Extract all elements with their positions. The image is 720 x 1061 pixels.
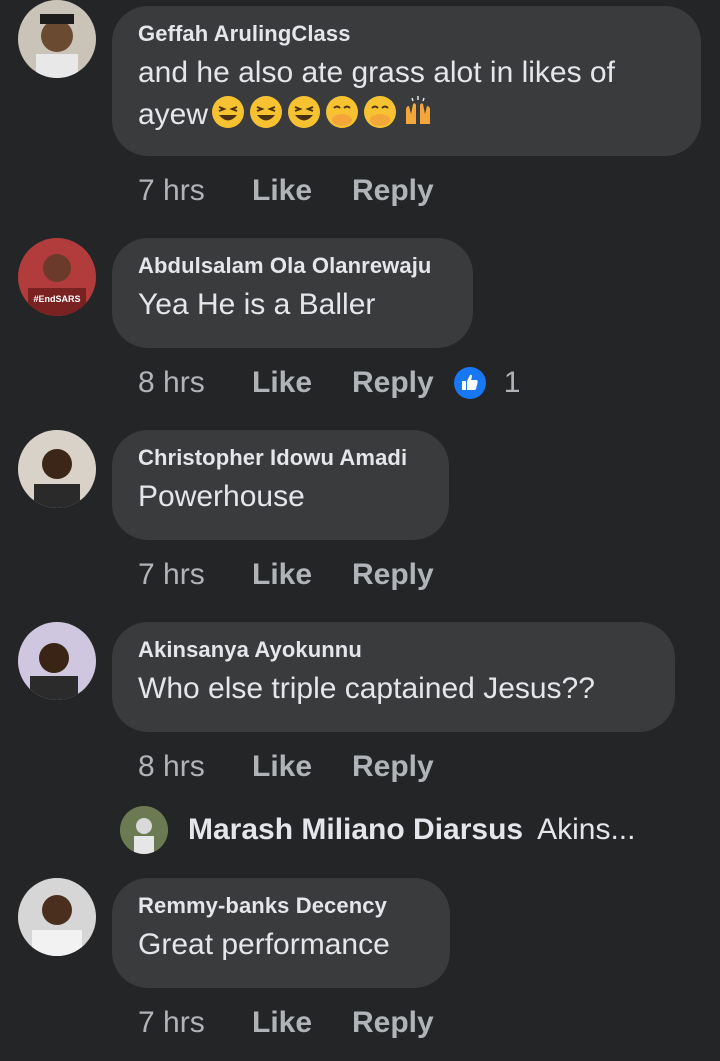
face-with-hand-over-mouth-icon xyxy=(322,96,360,131)
grinning-squinting-face-icon xyxy=(208,96,246,131)
comment-text: Yea He is a Baller xyxy=(138,288,376,321)
reaction-count: 1 xyxy=(503,366,521,399)
comment-actions: 7 hrs Like Reply xyxy=(138,1003,434,1043)
grinning-squinting-face-icon xyxy=(284,96,322,131)
grinning-squinting-face-icon xyxy=(246,96,284,131)
comment-bubble: Geffah ArulingClass and he also ate gras… xyxy=(112,6,701,156)
like-button[interactable]: Like xyxy=(252,750,352,784)
like-button[interactable]: Like xyxy=(252,366,352,400)
comment-author[interactable]: Christopher Idowu Amadi xyxy=(138,444,423,472)
reply-button[interactable]: Reply xyxy=(352,558,434,592)
like-button[interactable]: Like xyxy=(252,1006,352,1040)
comment-author[interactable]: Abdulsalam Ola Olanrewaju xyxy=(138,252,447,280)
reaction-summary[interactable]: 1 xyxy=(453,366,521,400)
reply-button[interactable]: Reply xyxy=(352,1006,434,1040)
raising-hands-icon xyxy=(398,96,436,131)
comment-bubble: Akinsanya Ayokunnu Who else triple capta… xyxy=(112,622,675,732)
like-button[interactable]: Like xyxy=(252,174,352,208)
reply-button[interactable]: Reply xyxy=(352,366,434,400)
comment-actions: 7 hrs Like Reply xyxy=(138,171,434,211)
comment-timestamp[interactable]: 8 hrs xyxy=(138,366,252,400)
reply-preview[interactable]: Marash Miliano Diarsus Akins... xyxy=(120,806,635,854)
comment-text: Great performance xyxy=(138,928,390,961)
comment-text-line1: and he also ate grass alot in likes of xyxy=(138,56,615,89)
comment-text: Powerhouse xyxy=(138,480,305,513)
comment-bubble: Christopher Idowu Amadi Powerhouse xyxy=(112,430,449,540)
comment-author[interactable]: Geffah ArulingClass xyxy=(138,20,675,48)
avatar[interactable] xyxy=(18,430,96,508)
comment-text-line2: ayew xyxy=(138,98,209,131)
comment-author[interactable]: Remmy-banks Decency xyxy=(138,892,424,920)
avatar[interactable] xyxy=(18,0,96,78)
like-button[interactable]: Like xyxy=(252,558,352,592)
avatar[interactable] xyxy=(18,622,96,700)
comment-timestamp[interactable]: 7 hrs xyxy=(138,1006,252,1040)
comment-timestamp[interactable]: 8 hrs xyxy=(138,750,252,784)
reply-author[interactable]: Marash Miliano Diarsus xyxy=(188,813,523,847)
comment-author[interactable]: Akinsanya Ayokunnu xyxy=(138,636,649,664)
comment-timestamp[interactable]: 7 hrs xyxy=(138,174,252,208)
comment-actions: 7 hrs Like Reply xyxy=(138,555,434,595)
reply-button[interactable]: Reply xyxy=(352,750,434,784)
avatar[interactable] xyxy=(120,806,168,854)
face-with-hand-over-mouth-icon xyxy=(360,96,398,131)
reply-button[interactable]: Reply xyxy=(352,174,434,208)
comment-actions: 8 hrs Like Reply xyxy=(138,747,434,787)
comment-bubble: Abdulsalam Ola Olanrewaju Yea He is a Ba… xyxy=(112,238,473,348)
reply-snippet: Akins... xyxy=(537,813,636,846)
comment-bubble: Remmy-banks Decency Great performance xyxy=(112,878,450,988)
comment-timestamp[interactable]: 7 hrs xyxy=(138,558,252,592)
avatar[interactable]: #EndSARS xyxy=(18,238,96,316)
avatar[interactable] xyxy=(18,878,96,956)
comment-actions: 8 hrs Like Reply 1 xyxy=(138,363,520,403)
comment-text: and he also ate grass alot in likes of a… xyxy=(138,52,675,136)
comment-text: Who else triple captained Jesus?? xyxy=(138,672,595,705)
thumbs-up-icon xyxy=(453,367,486,399)
avatar-badge: #EndSARS xyxy=(33,294,80,304)
